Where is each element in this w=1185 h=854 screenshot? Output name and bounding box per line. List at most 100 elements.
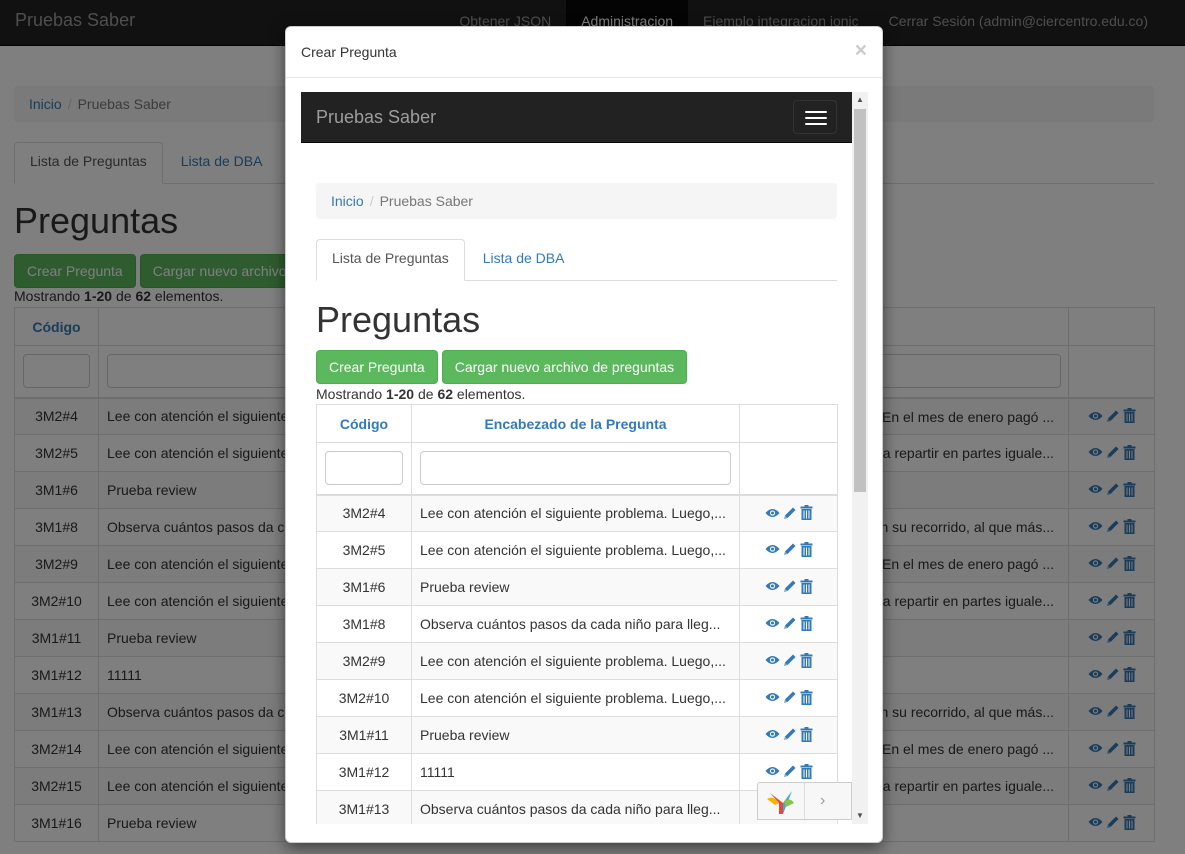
trash-icon[interactable] <box>800 615 813 631</box>
iframe-create-question-button[interactable]: Crear Pregunta <box>316 350 438 384</box>
table-row: 3M1#11Prueba review <box>316 716 838 754</box>
trash-icon[interactable] <box>800 652 813 668</box>
row-code: 3M1#6 <box>316 568 412 606</box>
chevron-right-icon[interactable]: › <box>820 792 825 810</box>
iframe-tab-lista-dba[interactable]: Lista de DBA <box>467 239 581 281</box>
pencil-icon[interactable] <box>783 616 797 630</box>
summary-mid: de <box>414 386 438 402</box>
scroll-up-arrow[interactable]: ▲ <box>852 92 868 108</box>
eye-icon[interactable] <box>765 765 780 777</box>
pencil-icon[interactable] <box>783 579 797 593</box>
modal-header: Crear Pregunta × <box>286 27 882 78</box>
table-row: 3M2#4 Lee con atención el siguiente probl… <box>316 494 838 532</box>
eye-icon[interactable] <box>765 543 780 555</box>
iframe-breadcrumb-current: Pruebas Saber <box>379 193 473 209</box>
iframe-tab-bar: Lista de Preguntas Lista de DBA <box>316 239 837 281</box>
iframe-tab-lista-preguntas[interactable]: Lista de Preguntas <box>316 239 465 281</box>
iframe-scrollbar[interactable]: ▲ ▼ <box>852 92 868 824</box>
eye-icon[interactable] <box>765 728 780 740</box>
iframe-code-filter-input[interactable] <box>325 451 403 486</box>
row-actions-cell <box>739 531 838 569</box>
scroll-thumb[interactable] <box>854 109 866 492</box>
eye-icon[interactable] <box>765 617 780 629</box>
row-heading: Prueba review <box>411 716 740 754</box>
pencil-icon[interactable] <box>783 690 797 704</box>
row-actions <box>765 726 813 742</box>
row-heading: 11111 <box>411 753 740 791</box>
row-actions <box>765 615 813 631</box>
row-heading: Lee con atención el siguiente problema. … <box>411 642 740 680</box>
iframe-breadcrumb: Inicio / Pruebas Saber <box>316 183 837 219</box>
summary-suffix: elementos. <box>453 386 526 402</box>
trash-icon[interactable] <box>800 689 813 705</box>
table-row: 3M2#9 Lee con atención el siguiente probl… <box>316 642 838 680</box>
yii-debug-toolbar[interactable]: › <box>757 782 852 821</box>
iframe-navbar: Pruebas Saber <box>301 92 852 143</box>
filter-cell <box>411 442 740 496</box>
eye-icon[interactable] <box>765 507 780 519</box>
trash-icon[interactable] <box>800 541 813 557</box>
close-icon[interactable]: × <box>855 40 867 61</box>
pencil-icon[interactable] <box>783 764 797 778</box>
breadcrumb-separator: / <box>369 193 374 209</box>
row-code: 3M2#5 <box>316 531 412 569</box>
scroll-down-arrow[interactable]: ▼ <box>852 808 868 824</box>
table-row: 3M2#5 Lee con atención el siguiente probl… <box>316 531 838 569</box>
trash-icon[interactable] <box>800 505 813 520</box>
trash-icon[interactable] <box>800 726 813 742</box>
row-heading: Prueba review <box>411 568 740 606</box>
iframe-questions-table: Código Encabezado de la Pregunta 3M2#4 Lee… <box>316 404 838 824</box>
eye-icon[interactable] <box>765 691 780 703</box>
row-actions <box>765 505 813 520</box>
pencil-icon[interactable] <box>783 542 797 556</box>
trash-icon[interactable] <box>800 578 813 594</box>
row-actions-cell <box>739 642 838 680</box>
row-actions <box>765 578 813 594</box>
row-actions <box>765 763 813 779</box>
iframe-heading-filter-input[interactable] <box>420 451 731 486</box>
row-actions-cell <box>739 494 838 532</box>
yii-logo-icon <box>767 791 794 814</box>
table-row: 3M1#8 Observa cuántos pasos da cada niño … <box>316 605 838 643</box>
filter-cell <box>739 442 838 496</box>
row-heading: Lee con atención el siguiente problema. … <box>411 679 740 717</box>
row-code: 3M2#4 <box>316 494 412 532</box>
row-heading: Observa cuántos pasos da cada niño para … <box>411 790 740 824</box>
row-actions-cell <box>739 716 838 754</box>
row-actions <box>765 652 813 668</box>
row-actions-cell <box>739 605 838 643</box>
iframe-content: Pruebas Saber Inicio / Pruebas Saber Lista… <box>301 92 852 824</box>
row-actions <box>765 689 813 705</box>
row-code: 3M1#8 <box>316 605 412 643</box>
iframe-upload-questions-button[interactable]: Cargar nuevo archivo de preguntas <box>441 350 688 384</box>
row-code: 3M2#10 <box>316 679 412 717</box>
trash-icon[interactable] <box>800 763 813 779</box>
row-heading: Lee con atención el siguiente problema. … <box>411 494 740 532</box>
iframe-header-heading[interactable]: Encabezado de la Pregunta <box>411 404 740 443</box>
pencil-icon[interactable] <box>783 727 797 741</box>
summary-range: 1-20 <box>386 386 415 402</box>
iframe-action-buttons: Crear Pregunta Cargar nuevo archivo de pr… <box>316 350 691 384</box>
row-code: 3M1#11 <box>316 716 412 754</box>
modal-iframe[interactable]: Pruebas Saber Inicio / Pruebas Saber Lista… <box>301 92 868 824</box>
row-actions-cell <box>739 679 838 717</box>
create-question-modal: Crear Pregunta × Pruebas Saber Inicio / Pr… <box>285 26 883 843</box>
iframe-header-code[interactable]: Código <box>316 404 412 443</box>
iframe-header-actions <box>739 404 838 443</box>
row-actions <box>765 541 813 557</box>
table-row: 3M1#6Prueba review <box>316 568 838 606</box>
iframe-breadcrumb-home-link[interactable]: Inicio <box>331 193 364 209</box>
modal-title: Crear Pregunta <box>301 44 397 60</box>
eye-icon[interactable] <box>765 580 780 592</box>
iframe-page-title: Preguntas <box>316 299 481 340</box>
filter-cell <box>316 442 412 496</box>
row-code: 3M1#12 <box>316 753 412 791</box>
summary-total: 62 <box>437 386 454 402</box>
table-row: 3M2#10 Lee con atención el siguiente prob… <box>316 679 838 717</box>
pencil-icon[interactable] <box>783 506 797 520</box>
pencil-icon[interactable] <box>783 653 797 667</box>
hamburger-icon[interactable] <box>793 100 837 134</box>
iframe-navbar-brand[interactable]: Pruebas Saber <box>316 107 436 128</box>
yii-divider <box>804 783 805 821</box>
eye-icon[interactable] <box>765 654 780 666</box>
